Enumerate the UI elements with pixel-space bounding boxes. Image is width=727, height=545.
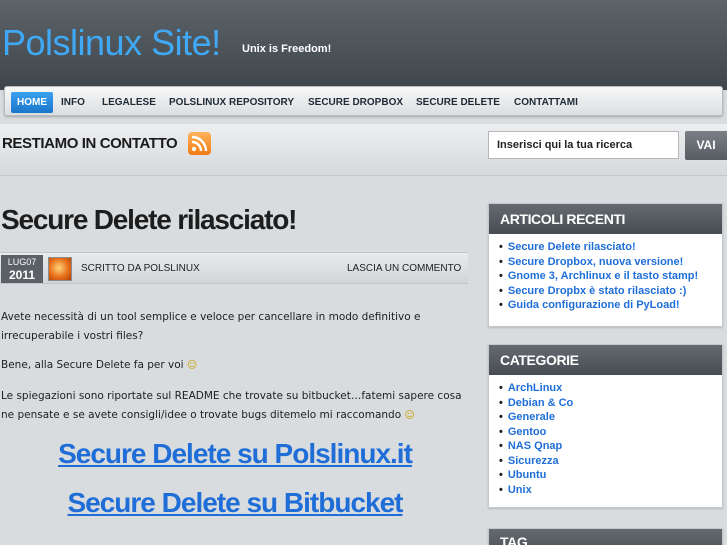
category-item[interactable]: Debian & Co	[499, 396, 722, 411]
nav-item-contattami[interactable]: CONTATTAMI	[508, 92, 584, 113]
nav-item-legalese[interactable]: LEGALESE	[96, 92, 162, 113]
leave-comment-link[interactable]: LASCIA UN COMMENTO	[347, 263, 461, 274]
widget-title-tag: TAG	[489, 529, 722, 545]
smiley-icon: ☺	[404, 410, 415, 421]
search-input[interactable]: Inserisci qui la tua ricerca	[488, 131, 679, 159]
post-title[interactable]: Secure Delete rilasciato!	[1, 204, 297, 236]
nav-item-polslinux-repository[interactable]: POLSLINUX REPOSITORY	[163, 92, 300, 113]
nav-item-home[interactable]: HOME	[11, 92, 53, 113]
main-nav: HOME INFO LEGALESE POLSLINUX REPOSITORY …	[4, 86, 723, 116]
category-item[interactable]: Sicurezza	[499, 454, 722, 469]
main-content: Secure Delete rilasciato! LUG07 2011 SCR…	[0, 176, 475, 545]
secure-delete-bitbucket-link[interactable]: Secure Delete su Bitbucket	[0, 487, 470, 519]
nav-item-info[interactable]: INFO	[55, 92, 91, 113]
contact-title: RESTIAMO IN CONTATTO	[2, 135, 178, 152]
post-author[interactable]: SCRITTO DA POLSLINUX	[81, 263, 200, 274]
recent-posts-list: Secure Delete rilasciato! Secure Dropbox…	[489, 234, 722, 319]
category-item[interactable]: ArchLinux	[499, 381, 722, 396]
post-paragraph-1: Avete necessità di un tool semplice e ve…	[1, 311, 421, 342]
post-date: LUG07 2011	[1, 255, 43, 283]
search-button[interactable]: VAI	[685, 131, 727, 160]
widget-categories: CATEGORIE ArchLinux Debian & Co Generale…	[488, 344, 723, 508]
recent-post-item[interactable]: Guida configurazione di PyLoad!	[499, 298, 722, 313]
author-avatar	[48, 257, 72, 281]
widget-title-categories: CATEGORIE	[489, 345, 722, 375]
rss-icon[interactable]	[188, 132, 211, 155]
secure-delete-polslinux-link[interactable]: Secure Delete su Polslinux.it	[0, 438, 470, 470]
nav-item-secure-dropbox[interactable]: SECURE DROPBOX	[302, 92, 409, 113]
smiley-icon: ☺	[186, 360, 198, 371]
post-paragraph-2: Bene, alla Secure Delete fa per voi ☺	[1, 359, 198, 371]
site-title[interactable]: Polslinux Site!	[2, 22, 221, 64]
widget-tag: TAG	[488, 528, 723, 545]
nav-item-secure-delete[interactable]: SECURE DELETE	[410, 92, 506, 113]
contact-bar: RESTIAMO IN CONTATTO Inserisci qui la tu…	[0, 124, 727, 176]
post-meta-bar: LUG07 2011 SCRITTO DA POLSLINUX LASCIA U…	[0, 252, 468, 284]
site-tagline: Unix is Freedom!	[242, 43, 332, 55]
recent-post-item[interactable]: Secure Delete rilasciato!	[499, 240, 722, 255]
recent-post-item[interactable]: Secure Dropbox, nuova versione!	[499, 255, 722, 270]
post-date-month: LUG07	[7, 257, 37, 267]
site-header: Polslinux Site! Unix is Freedom!	[0, 0, 727, 90]
category-item[interactable]: Gentoo	[499, 425, 722, 440]
recent-post-item[interactable]: Secure Dropbx è stato rilasciato :)	[499, 284, 722, 299]
widget-recent-posts: ARTICOLI RECENTI Secure Delete rilasciat…	[488, 203, 723, 327]
category-item[interactable]: NAS Qnap	[499, 439, 722, 454]
recent-post-item[interactable]: Gnome 3, Archlinux e il tasto stamp!	[499, 269, 722, 284]
categories-list: ArchLinux Debian & Co Generale Gentoo NA…	[489, 375, 722, 503]
post-paragraph-3: Le spiegazioni sono riportate sul README…	[1, 390, 462, 421]
post-date-year: 2011	[8, 268, 36, 282]
category-item[interactable]: Ubuntu	[499, 468, 722, 483]
category-item[interactable]: Generale	[499, 410, 722, 425]
category-item[interactable]: Unix	[499, 483, 722, 498]
widget-title-recent: ARTICOLI RECENTI	[489, 204, 722, 234]
